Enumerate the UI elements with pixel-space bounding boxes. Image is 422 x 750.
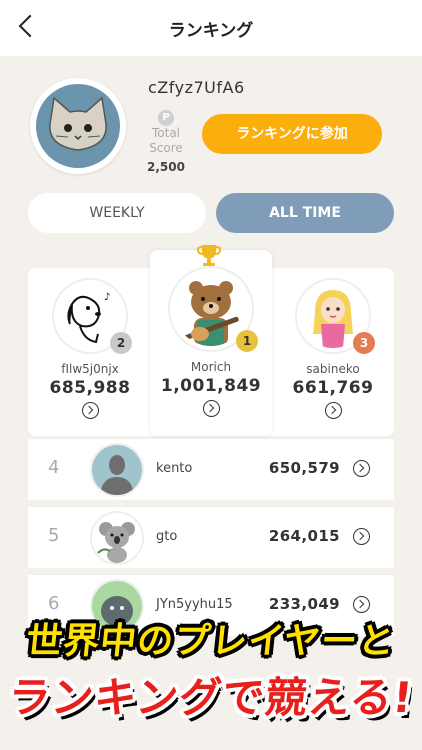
ranking-row[interactable]: 5 gto 264,015 [28, 506, 394, 568]
player-name: sabineko [306, 362, 360, 376]
rank-badge: 1 [236, 330, 258, 352]
chevron-right-icon[interactable] [353, 528, 370, 545]
rank-badge: 2 [110, 332, 132, 354]
promo-subheadline: ランキングで競える! [5, 673, 416, 722]
user-avatar [30, 78, 126, 174]
avatar: ♪ 2 [52, 278, 132, 354]
avatar: 1 [168, 266, 258, 352]
ranking-row[interactable]: 4 kento 650,579 [28, 438, 394, 500]
player-name: kento [156, 461, 193, 476]
cat-avatar-icon [36, 84, 120, 168]
chevron-right-icon[interactable] [353, 460, 370, 477]
page-title: ランキング [168, 21, 254, 41]
username: cZfyz7UfA6 [148, 78, 245, 97]
tab-all-time[interactable]: ALL TIME [216, 193, 394, 233]
chevron-right-icon[interactable] [202, 400, 220, 417]
points-icon: P [158, 110, 174, 126]
rank-number: 5 [48, 525, 60, 546]
player-score: 661,769 [292, 378, 374, 398]
promo-headline: 世界中のプレイヤーと [24, 621, 398, 662]
podium-rank-2[interactable]: ♪ 2 fIlw5j0njx 685,988 [30, 278, 150, 419]
player-score: 650,579 [268, 459, 340, 477]
total-score-value: 2,500 [147, 160, 185, 174]
koala-avatar-icon [90, 511, 144, 565]
player-name: gto [156, 529, 178, 544]
rank-badge: 3 [353, 332, 375, 354]
player-score: 1,001,849 [160, 376, 262, 396]
rank-number: 6 [48, 593, 60, 614]
player-name: fIlw5j0njx [61, 362, 119, 376]
chevron-right-icon[interactable] [81, 402, 99, 419]
player-name: JYn5yyhu15 [156, 597, 233, 612]
player-score: 264,015 [268, 527, 340, 545]
tab-weekly[interactable]: WEEKLY [28, 193, 206, 233]
trophy-icon [196, 243, 222, 267]
join-ranking-button[interactable]: ランキングに参加 [202, 114, 382, 154]
player-score: 233,049 [268, 595, 340, 613]
podium-rank-1[interactable]: 1 Morich 1,001,849 [151, 266, 271, 417]
top-bar: ランキング [0, 0, 422, 56]
total-score-label: Total Score [149, 126, 183, 155]
chevron-right-icon[interactable] [353, 596, 370, 613]
player-name: Morich [190, 360, 232, 374]
chevron-right-icon[interactable] [324, 402, 342, 419]
avatar: 3 [295, 278, 375, 354]
podium-rank-3[interactable]: 3 sabineko 661,769 [273, 278, 393, 419]
player-score: 685,988 [49, 378, 131, 398]
svg-text:♪: ♪ [104, 292, 110, 303]
default-user-avatar-icon [90, 443, 144, 497]
rank-number: 4 [48, 457, 60, 478]
